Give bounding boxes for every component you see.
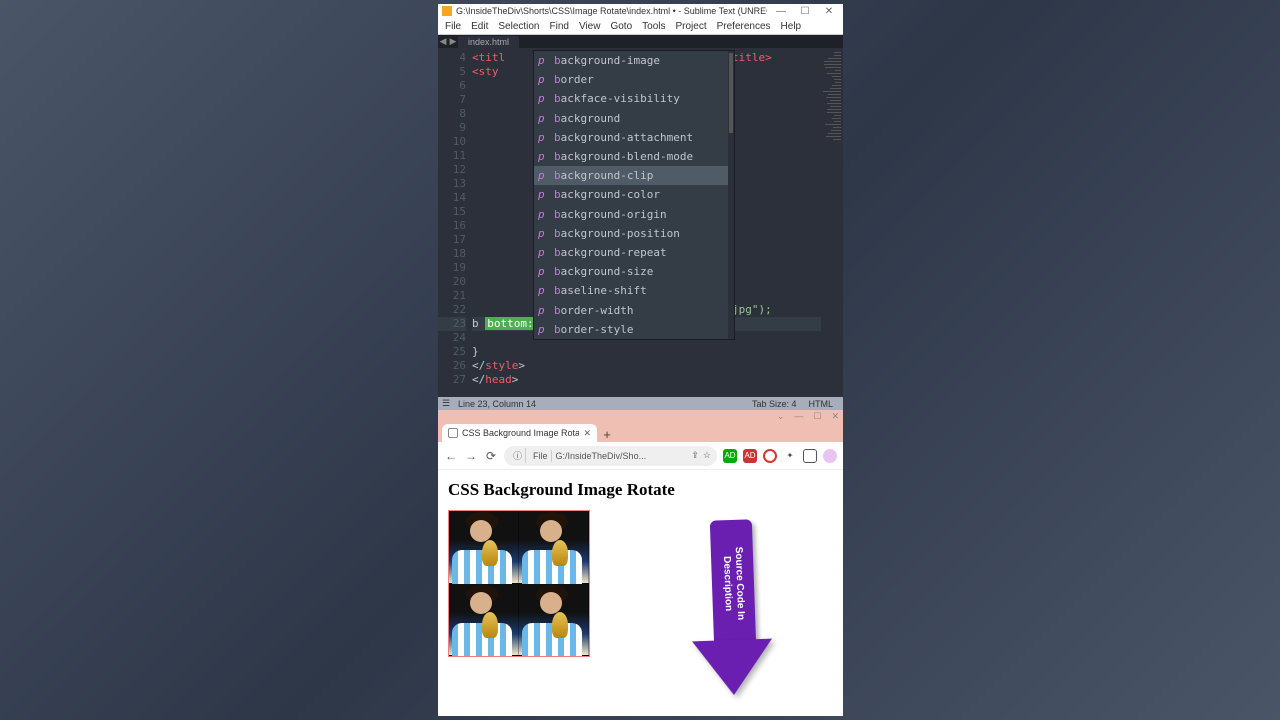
autocomplete-item[interactable]: pbackground-blend-mode xyxy=(534,147,734,166)
browser-window: ⌄ — ☐ ✕ CSS Background Image Rotate ✕ + … xyxy=(438,410,843,716)
property-icon: p xyxy=(538,54,548,67)
autocomplete-item[interactable]: pbackground-origin xyxy=(534,205,734,224)
property-icon: p xyxy=(538,227,548,240)
site-info-icon[interactable]: ⓘ xyxy=(510,448,526,463)
new-tab-button[interactable]: + xyxy=(597,427,617,442)
maximize-button[interactable]: ☐ xyxy=(795,6,815,17)
app-icon xyxy=(442,6,452,16)
property-icon: p xyxy=(538,188,548,201)
menu-project[interactable]: Project xyxy=(671,21,712,32)
browser-tab-strip: CSS Background Image Rotate ✕ + xyxy=(438,422,843,442)
syntax-mode[interactable]: HTML xyxy=(803,399,840,409)
sidepanel-icon[interactable] xyxy=(803,449,817,463)
extensions-menu-icon[interactable]: ✦ xyxy=(783,449,797,463)
autocomplete-item[interactable]: pborder xyxy=(534,70,734,89)
menu-preferences[interactable]: Preferences xyxy=(712,21,776,32)
property-icon: p xyxy=(538,169,548,182)
menu-view[interactable]: View xyxy=(574,21,606,32)
nav-back-icon[interactable]: ◀ xyxy=(438,36,448,47)
callout-arrow: Source Code In Description xyxy=(693,520,773,700)
profile-avatar[interactable] xyxy=(823,449,837,463)
property-icon: p xyxy=(538,246,548,259)
extension-icon-2[interactable]: AD xyxy=(743,449,757,463)
autocomplete-scrollbar[interactable] xyxy=(728,51,734,339)
property-icon: p xyxy=(538,150,548,163)
close-button[interactable]: ✕ xyxy=(819,6,839,17)
cursor-position: Line 23, Column 14 xyxy=(454,399,746,409)
arrow-label: Source Code In Description xyxy=(719,520,747,649)
autocomplete-item[interactable]: pbackground xyxy=(534,109,734,128)
autocomplete-item[interactable]: pbackground-color xyxy=(534,185,734,204)
page-heading: CSS Background Image Rotate xyxy=(448,480,833,500)
menu-selection[interactable]: Selection xyxy=(493,21,544,32)
property-icon: p xyxy=(538,284,548,297)
menu-file[interactable]: File xyxy=(440,21,466,32)
property-icon: p xyxy=(538,73,548,86)
minimize-button[interactable]: — xyxy=(771,6,791,17)
autocomplete-item[interactable]: pbackground-position xyxy=(534,224,734,243)
property-icon: p xyxy=(538,265,548,278)
browser-toolbar: ← → ⟳ ⓘ File G:/InsideTheDiv/Sho... ⇪ ☆ … xyxy=(438,442,843,470)
window-title: G:\InsideTheDiv\Shorts\CSS\Image Rotate\… xyxy=(456,6,767,16)
autocomplete-item[interactable]: pbackground-clip xyxy=(534,166,734,185)
share-icon[interactable]: ⇪ xyxy=(691,450,699,461)
browser-tab-title: CSS Background Image Rotate xyxy=(462,428,579,438)
sublime-window: G:\InsideTheDiv\Shorts\CSS\Image Rotate\… xyxy=(438,4,843,410)
extension-icon-1[interactable]: AD xyxy=(723,449,737,463)
browser-maximize-button[interactable]: ☐ xyxy=(813,411,821,422)
forward-button[interactable]: → xyxy=(464,449,478,463)
autocomplete-item[interactable]: pbackground-repeat xyxy=(534,243,734,262)
tab-close-icon[interactable]: ✕ xyxy=(583,428,591,439)
browser-titlebar: ⌄ — ☐ ✕ xyxy=(438,410,843,422)
bookmark-icon[interactable]: ☆ xyxy=(703,450,711,461)
nav-fwd-icon[interactable]: ▶ xyxy=(448,36,458,47)
file-chip: File xyxy=(530,450,552,462)
menu-bar: File Edit Selection Find View Goto Tools… xyxy=(438,18,843,35)
editor-area[interactable]: 4567891011121314151617181920212223242526… xyxy=(438,48,843,397)
browser-chevron-icon[interactable]: ⌄ xyxy=(777,411,785,422)
property-icon: p xyxy=(538,304,548,317)
menu-tools[interactable]: Tools xyxy=(637,21,670,32)
line-gutter: 4567891011121314151617181920212223242526… xyxy=(438,48,472,397)
url-text: G:/InsideTheDiv/Sho... xyxy=(556,451,688,461)
autocomplete-popup[interactable]: pbackground-imagepborderpbackface-visibi… xyxy=(533,50,735,340)
address-bar[interactable]: ⓘ File G:/InsideTheDiv/Sho... ⇪ ☆ xyxy=(504,446,717,466)
editor-tab-bar: ◀ ▶ index.html xyxy=(438,35,843,48)
browser-tab[interactable]: CSS Background Image Rotate ✕ xyxy=(442,424,597,442)
extension-icon-3[interactable] xyxy=(763,449,777,463)
minimap[interactable] xyxy=(821,48,843,397)
property-icon: p xyxy=(538,92,548,105)
panel-switch-icon[interactable]: ☰ xyxy=(442,398,454,409)
page-content: CSS Background Image Rotate Source Code … xyxy=(438,470,843,716)
property-icon: p xyxy=(538,208,548,221)
window-titlebar: G:\InsideTheDiv\Shorts\CSS\Image Rotate\… xyxy=(438,4,843,18)
autocomplete-item[interactable]: pbackground-size xyxy=(534,262,734,281)
autocomplete-item[interactable]: pbackground-image xyxy=(534,51,734,70)
browser-minimize-button[interactable]: — xyxy=(794,411,803,421)
menu-find[interactable]: Find xyxy=(545,21,574,32)
menu-help[interactable]: Help xyxy=(776,21,807,32)
file-tab[interactable]: index.html xyxy=(458,36,519,48)
rotated-image-box xyxy=(448,510,590,657)
autocomplete-item[interactable]: pborder-style xyxy=(534,320,734,339)
property-icon: p xyxy=(538,112,548,125)
favicon-icon xyxy=(448,428,458,438)
autocomplete-item[interactable]: pborder-width xyxy=(534,300,734,319)
tab-size[interactable]: Tab Size: 4 xyxy=(746,399,803,409)
property-icon: p xyxy=(538,131,548,144)
property-icon: p xyxy=(538,323,548,336)
menu-edit[interactable]: Edit xyxy=(466,21,493,32)
autocomplete-item[interactable]: pbackground-attachment xyxy=(534,128,734,147)
autocomplete-item[interactable]: pbackface-visibility xyxy=(534,89,734,108)
back-button[interactable]: ← xyxy=(444,449,458,463)
status-bar: ☰ Line 23, Column 14 Tab Size: 4 HTML xyxy=(438,397,843,410)
browser-close-button[interactable]: ✕ xyxy=(831,411,839,422)
menu-goto[interactable]: Goto xyxy=(605,21,637,32)
reload-button[interactable]: ⟳ xyxy=(484,449,498,463)
autocomplete-item[interactable]: pbaseline-shift xyxy=(534,281,734,300)
